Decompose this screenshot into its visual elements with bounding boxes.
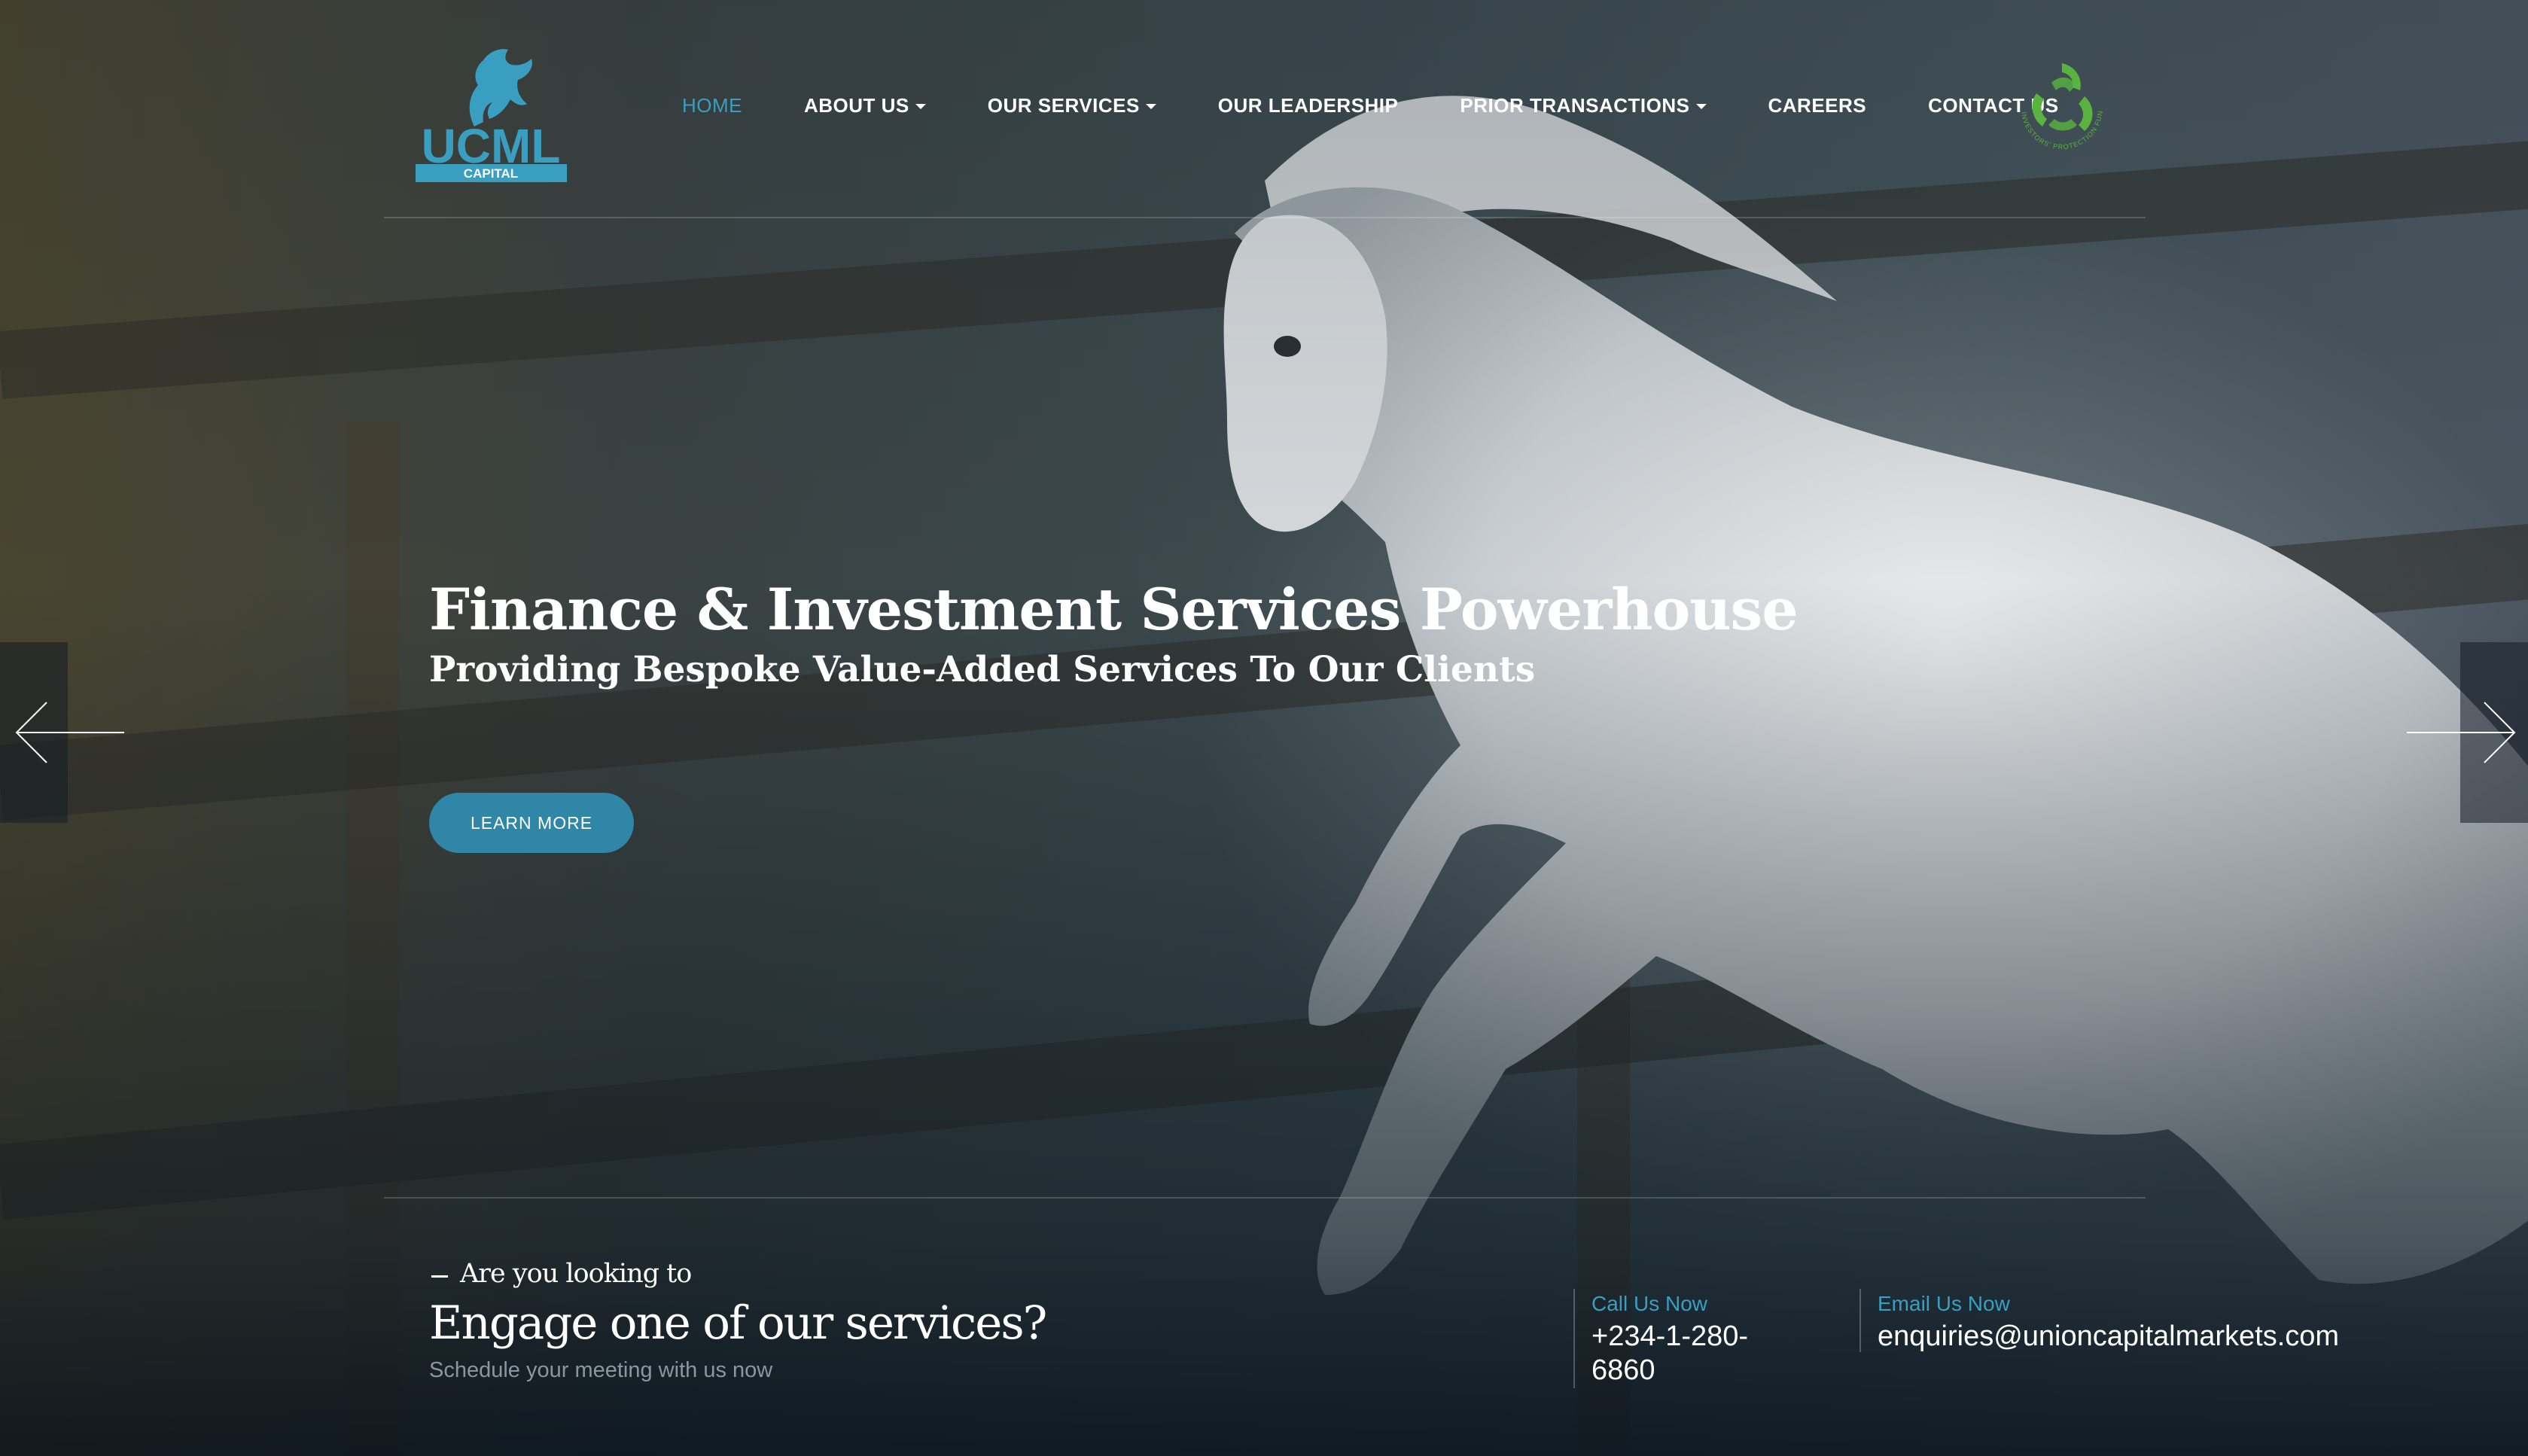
partner-logo-text: INVESTORS' PROTECTION FUND	[2006, 53, 2103, 151]
nav-home[interactable]: HOME	[682, 94, 742, 117]
contact-divider	[1859, 1289, 1861, 1352]
ucml-logo[interactable]: UCML CAPITAL	[414, 44, 568, 183]
nav-about-us[interactable]: ABOUT US	[804, 94, 926, 117]
caret-down-icon	[915, 104, 926, 110]
hero-overlay	[0, 0, 2528, 1456]
main-nav: HOME ABOUT US OUR SERVICES OUR LEADERSHI…	[682, 89, 2059, 122]
footer-divider	[384, 1197, 2146, 1199]
caret-down-icon	[1695, 104, 1707, 110]
hero-background	[0, 0, 2528, 1456]
nav-our-leadership[interactable]: OUR LEADERSHIP	[1218, 94, 1399, 117]
hero-headline: Finance & Investment Services Powerhouse	[429, 576, 1799, 643]
call-label: Call Us Now	[1591, 1292, 1708, 1315]
header-divider	[384, 217, 2146, 218]
nav-our-leadership-label: OUR LEADERSHIP	[1217, 93, 1399, 117]
call-value[interactable]: +234-1-280- 6860	[1591, 1320, 1748, 1387]
nav-prior-transactions[interactable]: PRIOR TRANSACTIONS	[1460, 93, 1707, 117]
arrow-right-icon	[2407, 702, 2516, 763]
email-label: Email Us Now	[1878, 1292, 2010, 1315]
nav-our-services[interactable]: OUR SERVICES	[988, 94, 1156, 117]
nav-about-us-label: ABOUT US	[804, 93, 909, 117]
call-value-line2: 6860	[1591, 1354, 1655, 1386]
arrow-left-icon	[15, 702, 124, 763]
nav-careers[interactable]: CAREERS	[1768, 94, 1867, 117]
engage-title: Engage one of our services?	[429, 1296, 1047, 1350]
nav-our-services-label: OUR SERVICES	[987, 93, 1140, 117]
carousel-prev-button[interactable]	[0, 642, 124, 823]
contact-divider	[1573, 1289, 1575, 1388]
call-value-line1: +234-1-280-	[1591, 1320, 1749, 1352]
logo-subtext: CAPITAL	[464, 166, 518, 181]
hero-subheadline: Providing Bespoke Value-Added Services T…	[429, 649, 1536, 690]
email-value[interactable]: enquiries@unioncapitalmarkets.com	[1878, 1320, 2339, 1354]
carousel-next-button[interactable]	[2407, 642, 2528, 823]
caret-down-icon	[1145, 104, 1156, 110]
engage-kicker: Are you looking to	[460, 1259, 692, 1289]
engage-note: Schedule your meeting with us now	[429, 1358, 773, 1382]
nav-prior-transactions-label: PRIOR TRANSACTIONS	[1460, 93, 1690, 117]
investors-protection-fund-logo[interactable]: INVESTORS' PROTECTION FUND	[2006, 53, 2118, 164]
dash-decoration	[431, 1275, 448, 1278]
svg-text:INVESTORS' PROTECTION FUND: INVESTORS' PROTECTION FUND	[2006, 53, 2104, 151]
learn-more-button[interactable]: LEARN MORE	[429, 793, 634, 853]
nav-home-label: HOME	[682, 93, 742, 117]
nav-careers-label: CAREERS	[1768, 93, 1867, 117]
